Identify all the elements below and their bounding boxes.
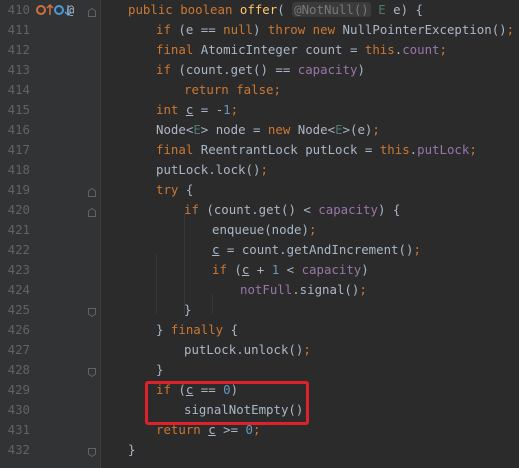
code-line[interactable]: 415 int c = -1; [0, 100, 519, 120]
code-line[interactable]: 422 c = count.getAndIncrement(); [0, 240, 519, 260]
code-text: putLock.unlock(); [184, 342, 311, 357]
code-line[interactable]: 428 } [0, 360, 519, 380]
code-line[interactable]: 413 if (count.get() == capacity) [0, 60, 519, 80]
code-line[interactable]: 417 final ReentrantLock putLock = this.p… [0, 140, 519, 160]
code-text: int c = -1; [156, 102, 239, 117]
fold-icon[interactable] [88, 5, 96, 17]
line-number: 426 [7, 322, 30, 337]
code-text: try { [156, 182, 194, 197]
line-number: 416 [7, 122, 30, 137]
code-text: if (count.get() == capacity) [156, 62, 365, 77]
line-number: 427 [7, 342, 30, 357]
implementation-override-icon[interactable] [36, 3, 46, 20]
code-text: } [128, 442, 136, 457]
code-line[interactable]: 421 enqueue(node); [0, 220, 519, 240]
line-number: 424 [7, 282, 30, 297]
line-number: 411 [7, 22, 30, 37]
code-line[interactable]: 416 Node<E> node = new Node<E>(e); [0, 120, 519, 140]
code-text: } [184, 302, 192, 317]
code-line[interactable]: 418 putLock.lock(); [0, 160, 519, 180]
code-text: if (e == null) throw new NullPointerExce… [156, 22, 515, 37]
code-text: c = count.getAndIncrement(); [212, 242, 421, 257]
line-number: 432 [7, 442, 30, 457]
code-text: enqueue(node); [212, 222, 317, 237]
fold-icon[interactable] [88, 365, 96, 378]
line-number: 415 [7, 102, 30, 117]
line-number: 429 [7, 382, 30, 397]
code-line[interactable]: 411 if (e == null) throw new NullPointer… [0, 20, 519, 40]
code-text: notFull.signal(); [240, 282, 367, 297]
method-declaration: public boolean offer( @NotNull() E e) { [128, 2, 423, 17]
annotation-icon: @ [67, 3, 75, 17]
code-line[interactable]: 424 notFull.signal(); [0, 280, 519, 300]
code-line[interactable]: 426 } finally { [0, 320, 519, 340]
code-text: } [156, 362, 164, 377]
line-number: 410 [7, 2, 30, 17]
code-editor[interactable]: 410 @ public boolean offer( @NotNull() E… [0, 0, 519, 468]
line-number: 417 [7, 142, 30, 157]
code-line[interactable]: 420 if (count.get() < capacity) { [0, 200, 519, 220]
highlight-box [145, 381, 309, 425]
fold-icon[interactable] [88, 445, 96, 458]
code-text: putLock.lock(); [156, 162, 268, 177]
line-number: 412 [7, 42, 30, 57]
code-text: } finally { [156, 322, 239, 337]
line-number: 422 [7, 242, 30, 257]
line-number: 418 [7, 162, 30, 177]
line-number: 425 [7, 302, 30, 317]
line-number: 413 [7, 62, 30, 77]
code-line[interactable]: 414 return false; [0, 80, 519, 100]
code-text: final ReentrantLock putLock = this.putLo… [156, 142, 477, 157]
code-line[interactable]: 410 @ public boolean offer( @NotNull() E… [0, 0, 519, 20]
code-line[interactable]: 425 } [0, 300, 519, 320]
line-number: 419 [7, 182, 30, 197]
code-line[interactable]: 427 putLock.unlock(); [0, 340, 519, 360]
line-number: 420 [7, 202, 30, 217]
line-number: 423 [7, 262, 30, 277]
code-line[interactable]: 423 if (c + 1 < capacity) [0, 260, 519, 280]
line-number: 430 [7, 402, 30, 417]
code-text: if (c + 1 < capacity) [212, 262, 369, 277]
code-text: Node<E> node = new Node<E>(e); [156, 122, 380, 137]
fold-icon[interactable] [88, 185, 96, 197]
line-number: 414 [7, 82, 30, 97]
fold-icon[interactable] [88, 205, 96, 217]
code-line[interactable]: 419 try { [0, 180, 519, 200]
code-text: if (count.get() < capacity) { [184, 202, 401, 217]
overridden-method-icon[interactable] [54, 3, 64, 20]
code-text: final AtomicInteger count = this.count; [156, 42, 447, 57]
code-line[interactable]: 412 final AtomicInteger count = this.cou… [0, 40, 519, 60]
overridden-method-icon[interactable] [46, 3, 54, 20]
fold-icon[interactable] [88, 305, 96, 318]
line-number: 421 [7, 222, 30, 237]
line-number: 431 [7, 422, 30, 437]
code-line[interactable]: 432 } [0, 440, 519, 460]
code-text: return false; [184, 82, 281, 97]
line-number: 428 [7, 362, 30, 377]
